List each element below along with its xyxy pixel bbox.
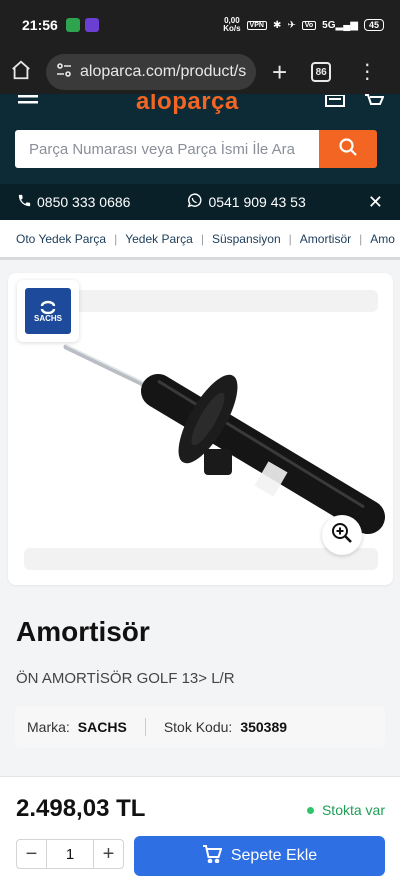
product-title: Amortisör <box>16 616 150 647</box>
search-bar <box>15 130 377 168</box>
orders-icon[interactable] <box>325 94 345 112</box>
browser-toolbar: aloparca.com/product/s + 86 ⋮ <box>0 50 400 94</box>
status-icons: 0,00 Ko/s VPN ✱ ✈ Vo 5G▂▄▆ 45 <box>223 17 384 33</box>
breadcrumb-item-amortisor[interactable]: Amortisör <box>300 232 351 246</box>
brand-badge: SACHS <box>17 280 79 342</box>
url-text: aloparca.com/product/s <box>80 63 246 80</box>
home-icon[interactable] <box>10 59 32 86</box>
whatsapp-contact[interactable]: 0541 909 43 53 <box>186 192 306 212</box>
hamburger-menu-icon[interactable] <box>18 94 38 112</box>
close-icon[interactable]: ✕ <box>368 193 383 211</box>
network-speed: 0,00 Ko/s <box>223 16 241 33</box>
breadcrumb-item-yedek-parca[interactable]: Yedek Parça <box>125 232 193 246</box>
stock-code-value: 350389 <box>240 719 288 735</box>
new-tab-icon[interactable]: + <box>272 59 287 85</box>
product-meta: Marka: SACHS Stok Kodu: 350389 <box>15 706 385 748</box>
signal-icon: 5G▂▄▆ <box>322 19 358 31</box>
brand-value: SACHS <box>77 719 127 735</box>
product-price: 2.498,03 TL <box>16 795 146 822</box>
zoom-button[interactable] <box>322 515 362 555</box>
phone-contact[interactable]: 0850 333 0686 <box>17 193 130 211</box>
stock-dot-icon <box>306 806 314 814</box>
search-input[interactable] <box>15 130 319 168</box>
shield-app-icon <box>65 18 80 32</box>
more-menu-icon[interactable]: ⋮ <box>357 62 377 82</box>
breadcrumb-item-oto-yedek-parca[interactable]: Oto Yedek Parça <box>16 232 106 246</box>
cart-icon <box>202 844 223 868</box>
phone-icon <box>17 193 32 211</box>
stock-code-label: Stok Kodu: <box>163 719 233 735</box>
increase-quantity-button[interactable]: + <box>93 840 123 868</box>
phone-number: 0850 333 0686 <box>37 194 131 210</box>
site-header: aloparça <box>0 94 400 184</box>
contact-bar: 0850 333 0686 0541 909 43 53 ✕ <box>0 184 400 220</box>
breadcrumb-separator: | <box>200 231 204 246</box>
clock: 21:56 <box>22 17 58 33</box>
wifi-off-icon: ✈ <box>287 19 296 31</box>
viber-app-icon <box>84 18 99 32</box>
cart-icon[interactable] <box>364 94 385 113</box>
quantity-stepper: − 1 + <box>16 839 124 869</box>
add-to-cart-button[interactable]: Sepete Ekle <box>134 836 385 876</box>
brand-label: Marka: <box>27 719 70 735</box>
stock-status-text: Stokta var <box>321 802 385 818</box>
status-bar: 21:56 0,00 Ko/s VPN ✱ ✈ Vo 5G▂▄▆ 45 <box>0 0 400 50</box>
battery-icon: 45 <box>363 19 384 31</box>
breadcrumb-separator: | <box>288 231 292 246</box>
sachs-logo: SACHS <box>25 288 71 334</box>
product-image-card: SACHS <box>8 273 393 585</box>
breadcrumb-item-suspansiyon[interactable]: Süspansiyon <box>212 232 281 246</box>
purchase-bar: 2.498,03 TL Stokta var − 1 + Sepete Ekle <box>0 776 400 889</box>
search-icon <box>338 137 358 162</box>
add-to-cart-label: Sepete Ekle <box>230 847 318 864</box>
vpn-icon: VPN <box>246 20 267 30</box>
site-settings-icon[interactable] <box>56 62 72 83</box>
breadcrumb-item-current[interactable]: Amo <box>370 232 395 246</box>
address-bar[interactable]: aloparca.com/product/s <box>46 54 256 90</box>
zoom-in-icon <box>331 522 353 549</box>
meta-divider <box>144 718 146 736</box>
quantity-value[interactable]: 1 <box>47 846 93 863</box>
product-description: ÖN AMORTİSÖR GOLF 13> L/R <box>16 670 235 687</box>
stock-status: Stokta var <box>306 802 385 818</box>
search-button[interactable] <box>319 130 377 168</box>
volte-icon: Vo <box>301 20 317 30</box>
bluetooth-icon: ✱ <box>272 19 282 31</box>
breadcrumb: Oto Yedek Parça | Yedek Parça | Süspansi… <box>0 220 400 260</box>
site-logo[interactable]: aloparça <box>136 94 239 116</box>
whatsapp-number: 0541 909 43 53 <box>208 194 306 210</box>
breadcrumb-separator: | <box>359 231 363 246</box>
whatsapp-icon <box>186 192 203 212</box>
decrease-quantity-button[interactable]: − <box>17 840 47 868</box>
breadcrumb-separator: | <box>114 231 118 246</box>
tab-switcher-button[interactable]: 86 <box>311 62 332 82</box>
